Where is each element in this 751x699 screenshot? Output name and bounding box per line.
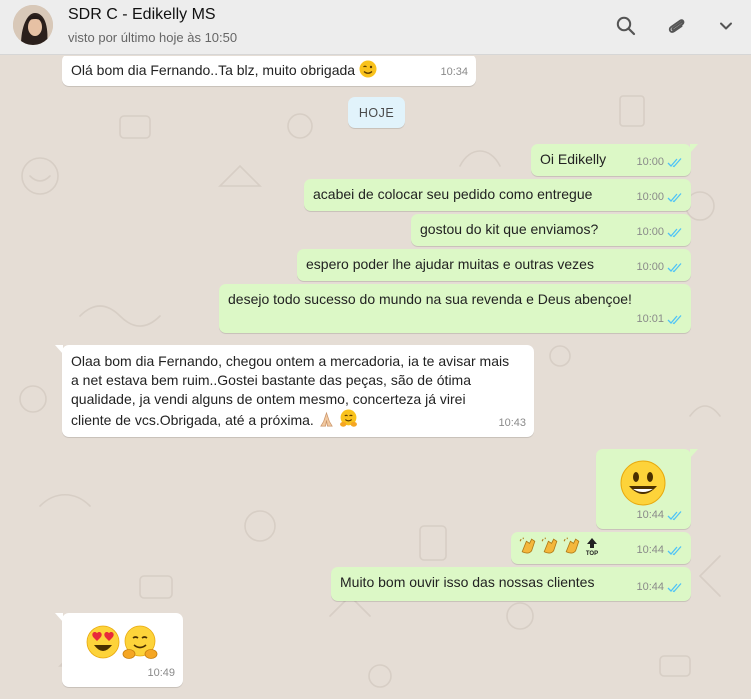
message-meta: 10:49 [147,664,175,683]
message-time: 10:43 [498,417,526,429]
hug-emoji [122,625,158,659]
message-time: 10:00 [636,261,664,273]
message-meta: 10:01 [636,310,683,329]
message-outgoing[interactable]: espero poder lhe ajudar muitas e outras … [297,249,691,281]
top-arrow-emoji: TOP [586,538,598,557]
emoji-group [86,625,158,661]
message-text: acabei de colocar seu pedido como entreg… [313,186,593,202]
message-time: 10:49 [147,667,175,679]
message-outgoing[interactable]: desejo todo sucesso do mundo na sua reve… [219,284,691,333]
smiley-emoji [620,460,666,511]
read-ticks-icon [667,193,682,203]
message-outgoing[interactable]: TOP 10:44 [511,532,691,564]
chevron-down-icon[interactable] [714,14,738,38]
pray-emoji [318,411,335,433]
clap-emoji [519,537,536,554]
date-divider: HOJE [348,97,405,128]
last-seen-status: visto por último hoje às 10:50 [68,30,238,45]
message-time: 10:01 [636,313,664,325]
message-meta: 10:00 [636,188,683,207]
message-time: 10:44 [636,581,664,593]
message-outgoing[interactable]: Oi Edikelly 10:00 [531,144,698,176]
message-time: 10:44 [636,509,664,521]
wink-emoji [359,60,377,83]
message-text-line: cliente de vcs.Obrigada, até a próxima. [71,412,314,428]
chat-area[interactable]: Olá bom dia Fernando..Ta blz, muito obri… [0,56,751,699]
message-text: espero poder lhe ajudar muitas e outras … [306,256,594,272]
message-time: 10:00 [636,156,664,168]
read-ticks-icon [667,546,682,556]
message-time: 10:00 [636,226,664,238]
clap-emoji-group: TOP [518,537,600,557]
attach-icon[interactable] [664,14,688,38]
message-time: 10:34 [440,66,468,78]
message-text-line: qualidade, ja vendi alguns de ontem mesm… [71,391,466,407]
message-text-line: Olaa bom dia Fernando, chegou ontem a me… [71,353,510,369]
message-meta: 10:34 [440,63,468,82]
message-text: Oi Edikelly [540,151,607,167]
read-ticks-icon [667,583,682,593]
message-incoming[interactable]: Olaa bom dia Fernando, chegou ontem a me… [55,345,534,437]
message-meta: 10:44 [636,506,683,525]
message-outgoing[interactable]: 10:44 [596,449,698,529]
read-ticks-icon [667,315,682,325]
message-incoming[interactable]: Olá bom dia Fernando..Ta blz, muito obri… [62,56,476,86]
message-text: gostou do kit que enviamos? [420,221,599,237]
message-text: Olá bom dia Fernando..Ta blz, muito obri… [71,62,356,78]
contact-name: SDR C - Edikelly MS [68,6,216,23]
message-text: Muito bom ouvir isso das nossas clientes [340,574,595,590]
read-ticks-icon [667,158,682,168]
message-meta: 10:44 [636,578,683,597]
message-text: desejo todo sucesso do mundo na sua reve… [228,291,632,307]
message-time: 10:44 [636,544,664,556]
message-text-line: a net estava bem ruim..Gostei bastante d… [71,372,471,388]
svg-text:TOP: TOP [586,551,598,557]
clap-emoji [563,537,580,554]
message-meta: 10:00 [636,223,683,242]
message-meta: 10:44 [636,541,683,560]
message-outgoing[interactable]: Muito bom ouvir isso das nossas clientes… [331,567,691,601]
avatar[interactable] [13,5,53,45]
read-ticks-icon [667,511,682,521]
hug-emoji [339,409,358,433]
message-outgoing[interactable]: acabei de colocar seu pedido como entreg… [304,179,691,211]
heart-eyes-emoji [86,625,120,659]
clap-emoji [541,537,558,554]
read-ticks-icon [667,263,682,273]
message-meta: 10:00 [636,153,683,172]
search-icon[interactable] [614,14,638,38]
message-time: 10:00 [636,191,664,203]
message-outgoing[interactable]: gostou do kit que enviamos? 10:00 [411,214,691,246]
chat-header: SDR C - Edikelly MS visto por último hoj… [0,0,751,55]
message-meta: 10:00 [636,258,683,277]
message-incoming[interactable]: 10:49 [55,613,183,687]
read-ticks-icon [667,228,682,238]
message-meta: 10:43 [498,414,526,433]
